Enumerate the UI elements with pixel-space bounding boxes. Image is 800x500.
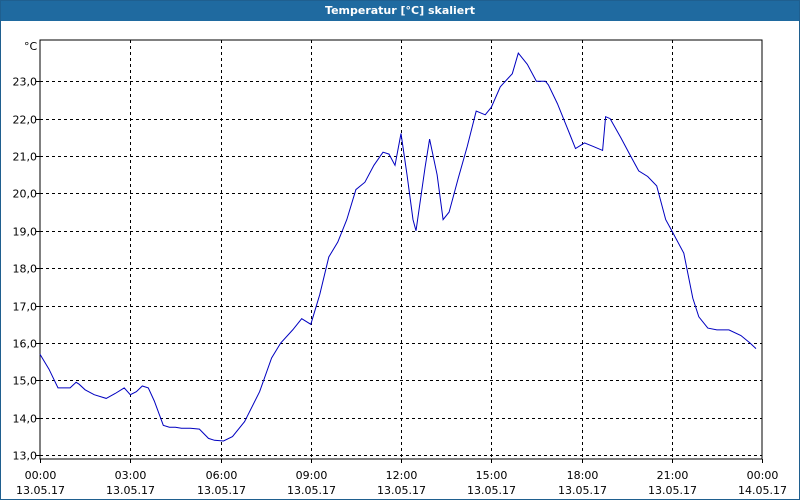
x-tick-label-date: 13.05.17 xyxy=(197,484,246,497)
y-tick-label: 18,0 xyxy=(13,263,38,276)
x-tick-label-time: 00:00 xyxy=(25,469,57,482)
y-tick-label: 13,0 xyxy=(13,450,38,463)
x-tick-label-date: 13.05.17 xyxy=(558,484,607,497)
x-tick-label-time: 18:00 xyxy=(567,469,599,482)
x-tick-label-time: 15:00 xyxy=(476,469,508,482)
x-tick-label-date: 13.05.17 xyxy=(648,484,697,497)
x-tick-label-date: 13.05.17 xyxy=(106,484,155,497)
temperature-chart: 13,0 14,0 15,0 16,0 17,0 18,0 19,0 20,0 21,0 22,0… xyxy=(13,39,787,497)
x-tick-label-date: 13.05.17 xyxy=(377,484,426,497)
x-tick-label-date: 14.05.17 xyxy=(738,484,787,497)
x-tick-label-time: 00:00 xyxy=(747,469,779,482)
y-tick-label: 19,0 xyxy=(13,226,38,239)
y-tick-label: 17,0 xyxy=(13,301,38,314)
x-tick-label-time: 06:00 xyxy=(206,469,238,482)
y-tick-label: 21,0 xyxy=(13,151,38,164)
y-tick-label: 14,0 xyxy=(13,413,38,426)
x-tick-label-time: 03:00 xyxy=(115,469,147,482)
y-tick-label: 16,0 xyxy=(13,338,38,351)
y-tick-label: 20,0 xyxy=(13,188,38,201)
x-tick-label-date: 13.05.17 xyxy=(287,484,336,497)
x-tick-label-time: 21:00 xyxy=(657,469,689,482)
y-tick-label: 23,0 xyxy=(13,76,38,89)
y-tick-label: 15,0 xyxy=(13,375,38,388)
series-line xyxy=(39,52,757,442)
x-tick-label-time: 09:00 xyxy=(296,469,328,482)
y-tick-label: 22,0 xyxy=(13,114,38,127)
x-tick-label-date: 13.05.17 xyxy=(16,484,65,497)
x-tick-label-date: 13.05.17 xyxy=(467,484,516,497)
x-tick-label-time: 12:00 xyxy=(386,469,418,482)
axis-ticks xyxy=(36,81,763,463)
y-axis-label: °C xyxy=(24,40,38,53)
grid xyxy=(40,40,762,459)
